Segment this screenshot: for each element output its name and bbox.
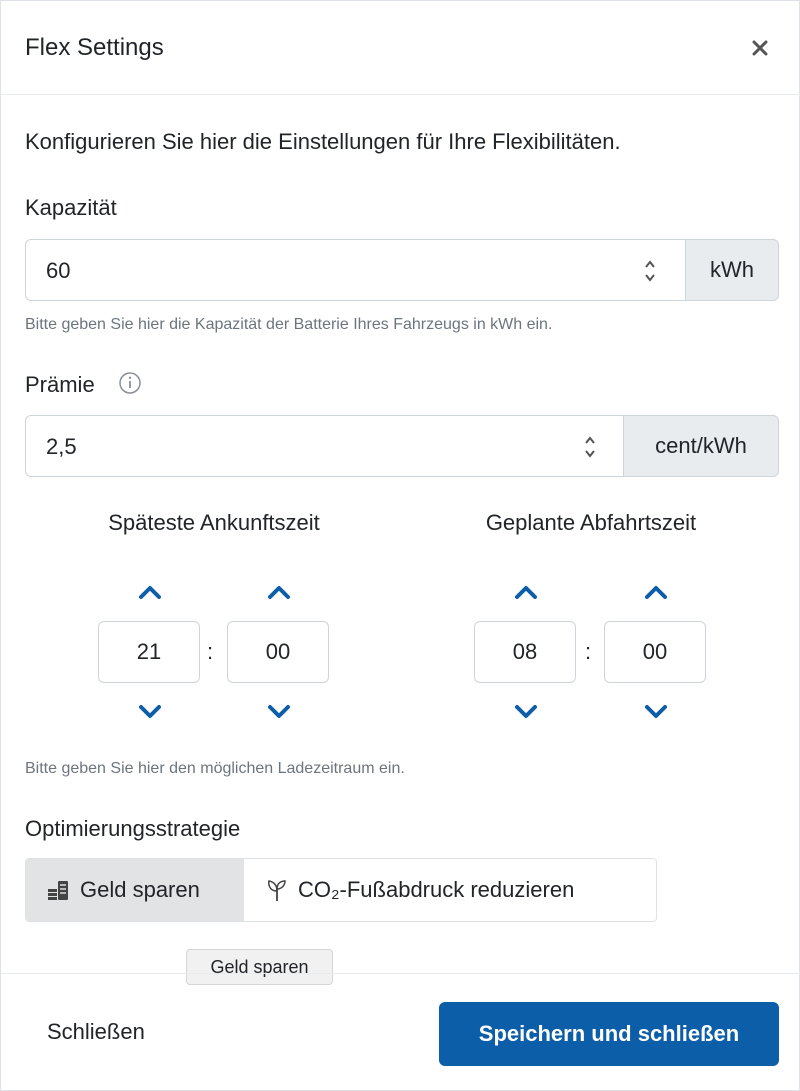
capacity-input-group: 60 kWh [25,239,779,301]
close-icon[interactable] [749,37,779,67]
plant-icon [268,880,286,901]
number-spinner-icon[interactable] [582,430,598,464]
departure-hours-input[interactable]: 08 [474,621,576,683]
premium-unit: cent/kWh [623,415,779,477]
strategy-money-button[interactable]: Geld sparen [26,859,244,921]
departure-time-title: Geplante Abfahrtszeit [485,510,697,535]
arrival-time-title: Späteste Ankunftszeit [108,510,320,535]
premium-input-group: 2,5 cent/kWh [25,415,779,477]
premium-input[interactable]: 2,5 [25,415,623,477]
modal-header: Flex Settings [1,1,800,95]
strategy-money-label: Geld sparen [80,877,200,902]
premium-value: 2,5 [46,434,77,459]
time-help: Bitte geben Sie hier den möglichen Ladez… [25,760,405,777]
capacity-value: 60 [46,258,71,283]
premium-label: Prämie [25,372,95,397]
info-icon[interactable] [118,371,142,395]
arrival-hours-input[interactable]: 21 [98,621,200,683]
departure-minutes-input[interactable]: 00 [604,621,706,683]
arrival-minute-down-icon[interactable] [264,701,294,723]
modal-footer: Schließen Speichern und schließen [1,973,800,1091]
arrival-hour-down-icon[interactable] [135,701,165,723]
time-separator: : [585,639,592,664]
number-spinner-icon[interactable] [642,254,658,288]
modal-intro: Konfigurieren Sie hier die Einstellungen… [25,129,621,154]
arrival-hour-up-icon[interactable] [135,581,165,603]
strategy-toggle-group: Geld sparen CO₂-Fußabdruck reduzieren [25,858,657,922]
departure-minute-up-icon[interactable] [641,581,671,603]
departure-minute-down-icon[interactable] [641,701,671,723]
departure-hour-down-icon[interactable] [511,701,541,723]
flex-settings-modal: Flex Settings Konfigurieren Sie hier die… [0,0,800,1091]
time-separator: : [207,639,214,664]
capacity-help: Bitte geben Sie hier die Kapazität der B… [25,316,553,333]
strategy-co2-label: CO₂-Fußabdruck reduzieren [298,877,575,902]
departure-hour-up-icon[interactable] [511,581,541,603]
capacity-label: Kapazität [25,195,117,220]
capacity-unit: kWh [685,239,779,301]
strategy-co2-button[interactable]: CO₂-Fußabdruck reduzieren [244,859,656,921]
arrival-minutes-input[interactable]: 00 [227,621,329,683]
capacity-input[interactable]: 60 [25,239,685,301]
strategy-label: Optimierungsstrategie [25,816,241,841]
arrival-minute-up-icon[interactable] [264,581,294,603]
close-button[interactable]: Schließen [47,1019,145,1045]
money-icon [48,881,68,900]
modal-title: Flex Settings [25,34,164,61]
save-and-close-button[interactable]: Speichern und schließen [439,1002,779,1066]
